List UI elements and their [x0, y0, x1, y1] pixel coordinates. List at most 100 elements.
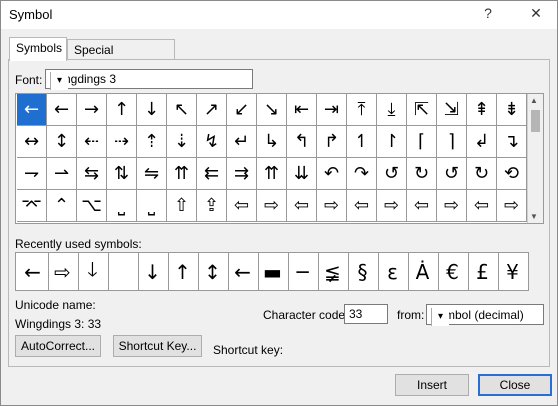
help-button[interactable]: ?	[477, 5, 499, 21]
symbol-grid-scrollbar[interactable]: ▲ ▼	[527, 94, 543, 223]
recent-symbol-cell[interactable]: ▬	[257, 253, 289, 290]
symbol-cell[interactable]: ⇉	[227, 158, 257, 190]
symbol-cell[interactable]: ↔	[17, 126, 47, 158]
character-code-input[interactable]: 33	[344, 304, 388, 324]
symbol-cell[interactable]: ↙	[227, 94, 257, 126]
symbol-cell[interactable]: ↷	[347, 158, 377, 190]
recent-symbol-cell[interactable]: ↑	[167, 253, 199, 290]
symbol-cell[interactable]: ⌥	[77, 190, 107, 222]
from-select[interactable]: Symbol (decimal) ▾	[426, 304, 544, 326]
symbol-cell[interactable]: ⌤	[17, 190, 47, 222]
symbol-cell[interactable]: ⇤	[287, 94, 317, 126]
symbol-cell[interactable]: ⇦	[467, 190, 497, 222]
recent-symbol-cell[interactable]: ←	[227, 253, 259, 290]
recent-symbol-cell[interactable]: €	[437, 253, 469, 290]
symbol-cell[interactable]: ⟲	[497, 158, 527, 190]
tab-symbols[interactable]: Symbols	[9, 37, 67, 61]
shortcut-key-button[interactable]: Shortcut Key...	[113, 335, 202, 357]
close-button[interactable]: Close	[478, 374, 552, 396]
symbol-cell[interactable]: ↺	[437, 158, 467, 190]
symbol-cell[interactable]: ⌃	[47, 190, 77, 222]
symbol-cell[interactable]: ↻	[467, 158, 497, 190]
recent-symbol-cell[interactable]	[107, 253, 139, 290]
recent-symbol-cell[interactable]: §	[347, 253, 379, 290]
symbol-cell[interactable]: ⇨	[497, 190, 527, 222]
symbol-cell[interactable]: ↓	[137, 94, 167, 126]
tab-special-characters[interactable]: Special Characters	[67, 39, 175, 71]
symbol-cell[interactable]: ↑	[107, 94, 137, 126]
symbol-cell[interactable]: ⇅	[107, 158, 137, 190]
symbol-cell[interactable]: ⤓	[377, 94, 407, 126]
chevron-down-icon[interactable]: ▾	[431, 308, 449, 326]
scroll-thumb[interactable]	[531, 110, 540, 132]
symbol-cell[interactable]: ↖	[167, 94, 197, 126]
scroll-up-icon[interactable]: ▲	[530, 96, 538, 105]
font-select[interactable]: Wingdings 3 ▾	[45, 69, 253, 90]
symbol-cell[interactable]: ⇨	[257, 190, 287, 222]
symbol-cell[interactable]: ⎵	[107, 190, 137, 222]
symbol-cell[interactable]: ⇨	[437, 190, 467, 222]
symbol-cell[interactable]: ↕	[47, 126, 77, 158]
chevron-down-icon[interactable]: ▾	[50, 72, 68, 90]
symbol-cell[interactable]: ⇠	[77, 126, 107, 158]
symbol-cell[interactable]: ⇣	[167, 126, 197, 158]
symbol-cell[interactable]: ⇧	[167, 190, 197, 222]
symbol-cell[interactable]: ↿	[347, 126, 377, 158]
recent-symbol-cell[interactable]: ⇨	[47, 253, 79, 290]
symbol-cell[interactable]: ↻	[407, 158, 437, 190]
recent-symbol-cell[interactable]: ↓	[137, 253, 169, 290]
symbol-cell[interactable]: ↺	[377, 158, 407, 190]
symbol-cell[interactable]: ⇞	[467, 94, 497, 126]
symbol-cell[interactable]: ↗	[197, 94, 227, 126]
symbol-cell[interactable]: ⇡	[137, 126, 167, 158]
symbol-cell[interactable]: ⇨	[317, 190, 347, 222]
symbol-cell[interactable]: →	[77, 94, 107, 126]
insert-button[interactable]: Insert	[395, 374, 469, 396]
symbol-cell[interactable]: ⤒	[347, 94, 377, 126]
symbol-cell[interactable]: ⇥	[317, 94, 347, 126]
symbol-cell[interactable]: ↱	[317, 126, 347, 158]
symbol-cell[interactable]: ⇇	[197, 158, 227, 190]
symbol-cell[interactable]: ←	[17, 94, 47, 126]
symbol-cell[interactable]: ⇲	[437, 94, 467, 126]
symbol-cell[interactable]: ⎵	[137, 190, 167, 222]
symbol-cell[interactable]: ↯	[197, 126, 227, 158]
symbol-cell[interactable]: ⇈	[257, 158, 287, 190]
recent-symbol-cell[interactable]: ¥	[497, 253, 529, 290]
symbol-cell[interactable]: ⌉	[437, 126, 467, 158]
symbol-cell[interactable]: ⌈	[407, 126, 437, 158]
symbol-cell[interactable]: ⇦	[407, 190, 437, 222]
recent-symbol-cell[interactable]: ε	[377, 253, 409, 290]
recent-symbol-cell[interactable]: ↕	[197, 253, 229, 290]
recent-symbol-cell[interactable]: ≨	[317, 253, 349, 290]
symbol-cell[interactable]: ⇱	[407, 94, 437, 126]
close-window-button[interactable]: ✕	[525, 5, 547, 22]
symbol-cell[interactable]: ⇁	[17, 158, 47, 190]
symbol-cell[interactable]: ⇦	[227, 190, 257, 222]
symbol-cell[interactable]: ⇢	[107, 126, 137, 158]
symbol-cell[interactable]: ↳	[257, 126, 287, 158]
symbol-cell[interactable]: ⇊	[287, 158, 317, 190]
symbol-cell[interactable]: ↶	[317, 158, 347, 190]
symbol-cell[interactable]: ↵	[227, 126, 257, 158]
recent-symbol-cell[interactable]: ─	[287, 253, 319, 290]
symbol-cell[interactable]: ⇦	[347, 190, 377, 222]
symbol-cell[interactable]: ↰	[287, 126, 317, 158]
symbol-cell[interactable]: ↴	[497, 126, 527, 158]
recent-symbol-cell[interactable]: 🡓	[77, 253, 109, 290]
symbol-cell[interactable]: ↲	[467, 126, 497, 158]
symbol-cell[interactable]: ⇟	[497, 94, 527, 126]
symbol-cell[interactable]: ⇀	[47, 158, 77, 190]
symbol-cell[interactable]: ⇨	[377, 190, 407, 222]
autocorrect-button[interactable]: AutoCorrect...	[15, 335, 101, 357]
recent-symbol-cell[interactable]: £	[467, 253, 499, 290]
symbol-cell[interactable]: ⇋	[137, 158, 167, 190]
scroll-down-icon[interactable]: ▼	[530, 212, 538, 221]
symbol-cell[interactable]: ⇦	[287, 190, 317, 222]
symbol-cell[interactable]: ↾	[377, 126, 407, 158]
symbol-cell[interactable]: ⇪	[197, 190, 227, 222]
symbol-cell[interactable]: ←	[47, 94, 77, 126]
symbol-cell[interactable]: ⇆	[77, 158, 107, 190]
symbol-cell[interactable]: ↘	[257, 94, 287, 126]
recent-symbol-cell[interactable]: ←	[17, 253, 49, 290]
